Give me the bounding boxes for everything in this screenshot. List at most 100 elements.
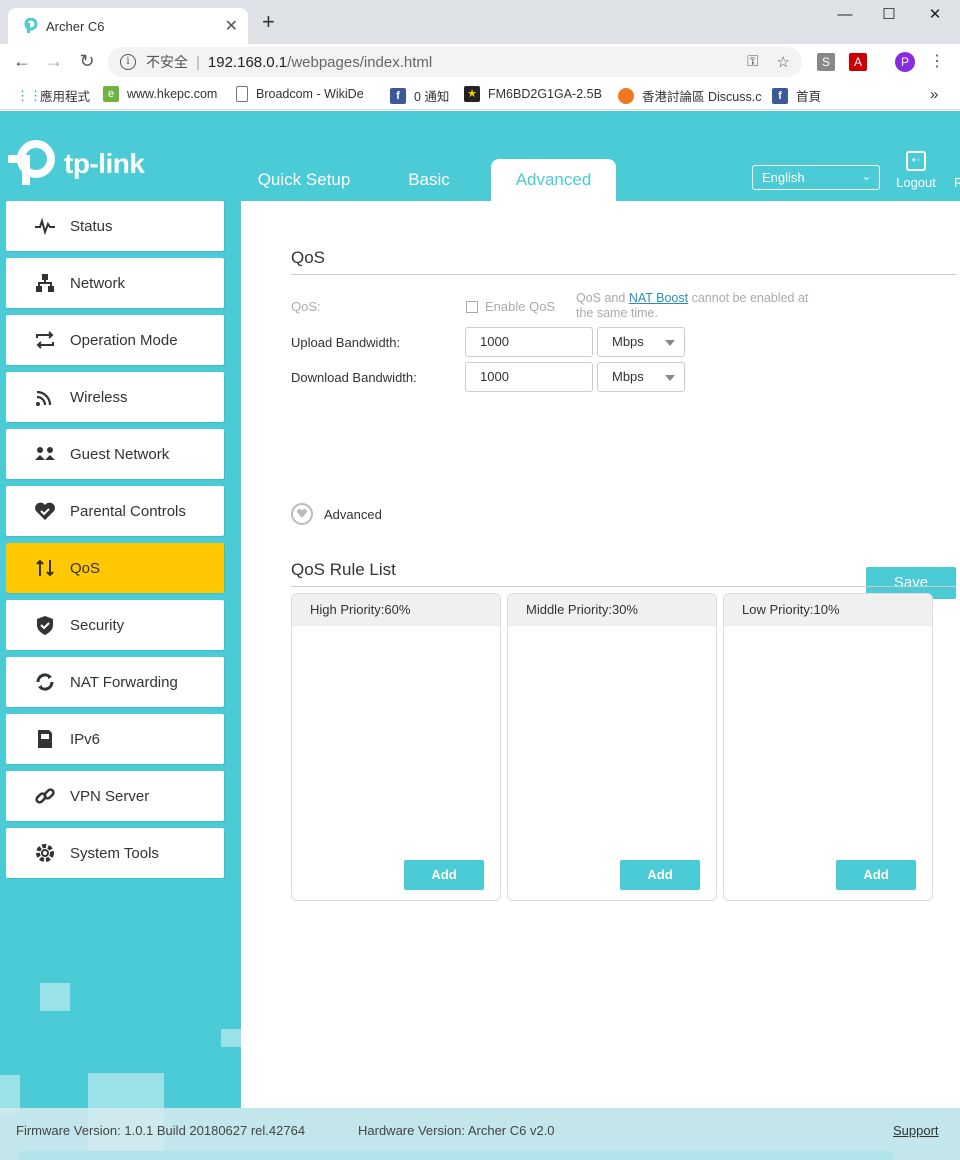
sidebar-item-parental-controls[interactable]: Parental Controls [6, 486, 224, 536]
expand-circle-icon [291, 503, 313, 525]
sidebar-item-wireless[interactable]: Wireless [6, 372, 224, 422]
firmware-version: Firmware Version: 1.0.1 Build 20180627 r… [16, 1123, 306, 1138]
sidebar-menu: Status Network Operation Mode Wireless G… [0, 201, 241, 1160]
operation-mode-icon [34, 329, 56, 351]
bookmark-label: Broadcom - WikiDe [256, 87, 364, 101]
language-select[interactable]: English ⌄ [752, 165, 880, 190]
upload-unit-value: Mbps [612, 334, 644, 349]
sidebar-item-network[interactable]: Network [6, 258, 224, 308]
browser-menu-icon[interactable]: ⋮ [928, 53, 946, 71]
main-content: QoS QoS: Enable QoS QoS and NAT Boost ca… [241, 201, 960, 1108]
priority-header: Middle Priority:30% [508, 594, 716, 626]
sidebar-item-ipv6[interactable]: IPv6 [6, 714, 224, 764]
reload-icon[interactable]: ↻ [75, 49, 99, 73]
sidebar-item-label: Parental Controls [70, 502, 186, 520]
tab-close-icon[interactable]: ✕ [225, 16, 238, 36]
network-icon [34, 272, 56, 294]
sidebar-item-label: VPN Server [70, 787, 150, 805]
bookmark-item[interactable]: f 0 通知 [390, 86, 449, 105]
discuss-icon [618, 87, 634, 104]
window-close-icon[interactable]: ✕ [912, 4, 958, 26]
logout-label: Logout [896, 175, 936, 190]
address-bar[interactable]: i 不安全 | 192.168.0.1 /webpages/index.html… [108, 47, 802, 77]
ipv6-icon [34, 728, 56, 750]
sidebar-item-qos[interactable]: QoS [6, 543, 224, 593]
logo-text: tp-link [64, 148, 145, 179]
url-path: /webpages/index.html [287, 53, 433, 71]
vpn-server-icon [34, 785, 56, 807]
guest-network-icon [34, 443, 56, 465]
bookmark-item[interactable]: e www.hkepc.com [103, 86, 217, 102]
router-header: tp-link Quick Setup Basic Advanced Engli… [0, 111, 960, 201]
download-unit-select[interactable]: Mbps [597, 362, 685, 392]
sidebar-item-system-tools[interactable]: System Tools [6, 828, 224, 878]
middle-priority-list: Middle Priority:30% Add [507, 593, 717, 901]
sidebar-item-label: System Tools [70, 844, 159, 862]
site-info-icon[interactable]: i [120, 54, 136, 70]
horizontal-scrollbar[interactable] [18, 1151, 894, 1160]
facebook-icon: f [772, 87, 788, 104]
add-high-priority-button[interactable]: Add [404, 860, 484, 890]
download-bandwidth-input[interactable]: 1000 [465, 362, 593, 392]
bookmark-item[interactable]: ★ FM6BD2G1GA-2.5B [464, 86, 602, 102]
add-middle-priority-button[interactable]: Add [620, 860, 700, 890]
bookmark-item[interactable]: Broadcom - WikiDe [236, 86, 364, 102]
sidebar-item-security[interactable]: Security [6, 600, 224, 650]
bookmarks-bar: ⋮⋮ 應用程式 e www.hkepc.com Broadcom - WikiD… [0, 78, 960, 110]
sidebar-item-nat-forwarding[interactable]: NAT Forwarding [6, 657, 224, 707]
new-tab-button[interactable]: + [262, 11, 275, 33]
sidebar-item-label: Security [70, 616, 125, 634]
browser-tab[interactable]: Archer C6 ✕ [8, 8, 248, 44]
checkbox-icon [466, 300, 478, 313]
bookmark-item[interactable]: 香港討論區 Discuss.c [618, 86, 761, 105]
maximize-icon[interactable]: ☐ [866, 4, 912, 26]
profile-avatar[interactable]: P [895, 52, 915, 72]
background-decoration [221, 1029, 241, 1047]
divider [291, 274, 956, 275]
tab-quick-setup[interactable]: Quick Setup [244, 159, 364, 201]
sidebar-item-guest-network[interactable]: Guest Network [6, 429, 224, 479]
sidebar-item-label: Operation Mode [70, 331, 178, 349]
extension-s-icon[interactable]: S [817, 53, 835, 71]
pdf-extension-icon[interactable]: A [849, 53, 867, 71]
sidebar-item-status[interactable]: Status [6, 201, 224, 251]
note-text: QoS and [576, 291, 629, 305]
bookmark-item[interactable]: f 首頁 [772, 86, 821, 105]
upload-unit-select[interactable]: Mbps [597, 327, 685, 357]
add-low-priority-button[interactable]: Add [836, 860, 916, 890]
divider [291, 586, 956, 587]
nat-boost-link[interactable]: NAT Boost [629, 291, 688, 305]
low-priority-list: Low Priority:10% Add [723, 593, 933, 901]
browser-toolbar: ← → ↻ i 不安全 | 192.168.0.1 /webpages/inde… [0, 44, 960, 78]
bookmark-star-icon[interactable]: ☆ [777, 53, 790, 71]
status-icon [34, 215, 56, 237]
browser-tab-title: Archer C6 [46, 18, 105, 34]
tab-advanced[interactable]: Advanced [491, 159, 616, 201]
advanced-toggle[interactable]: Advanced [291, 503, 382, 525]
more-bookmarks-button[interactable]: » [930, 86, 938, 103]
truncated-header-link[interactable]: R [954, 175, 960, 190]
tp-link-logo: tp-link [8, 139, 145, 189]
wireless-icon [34, 386, 56, 408]
high-priority-list: High Priority:60% Add [291, 593, 501, 901]
bookmark-label: FM6BD2G1GA-2.5B [488, 87, 602, 101]
support-link[interactable]: Support [893, 1123, 939, 1138]
upload-bandwidth-input[interactable]: 1000 [465, 327, 593, 357]
browser-tab-strip: Archer C6 ✕ + — ☐ ✕ [0, 0, 960, 44]
bookmark-item[interactable]: ⋮⋮ 應用程式 [16, 86, 90, 105]
sidebar-item-operation-mode[interactable]: Operation Mode [6, 315, 224, 365]
logout-button[interactable]: ⇠ Logout [892, 151, 940, 190]
bookmark-label: 香港討論區 Discuss.c [642, 90, 762, 104]
tp-link-favicon-icon [24, 18, 38, 33]
page-icon [236, 86, 248, 102]
forward-icon[interactable]: → [42, 49, 66, 73]
tab-basic[interactable]: Basic [384, 159, 474, 201]
key-icon[interactable]: ⚿ [747, 53, 758, 71]
sidebar-item-label: Wireless [70, 388, 128, 406]
facebook-icon: f [390, 87, 406, 104]
enable-qos-checkbox[interactable]: Enable QoS [466, 299, 555, 314]
sidebar-item-vpn-server[interactable]: VPN Server [6, 771, 224, 821]
enable-qos-label: Enable QoS [485, 299, 556, 314]
back-icon[interactable]: ← [10, 49, 34, 73]
minimize-icon[interactable]: — [822, 4, 868, 26]
